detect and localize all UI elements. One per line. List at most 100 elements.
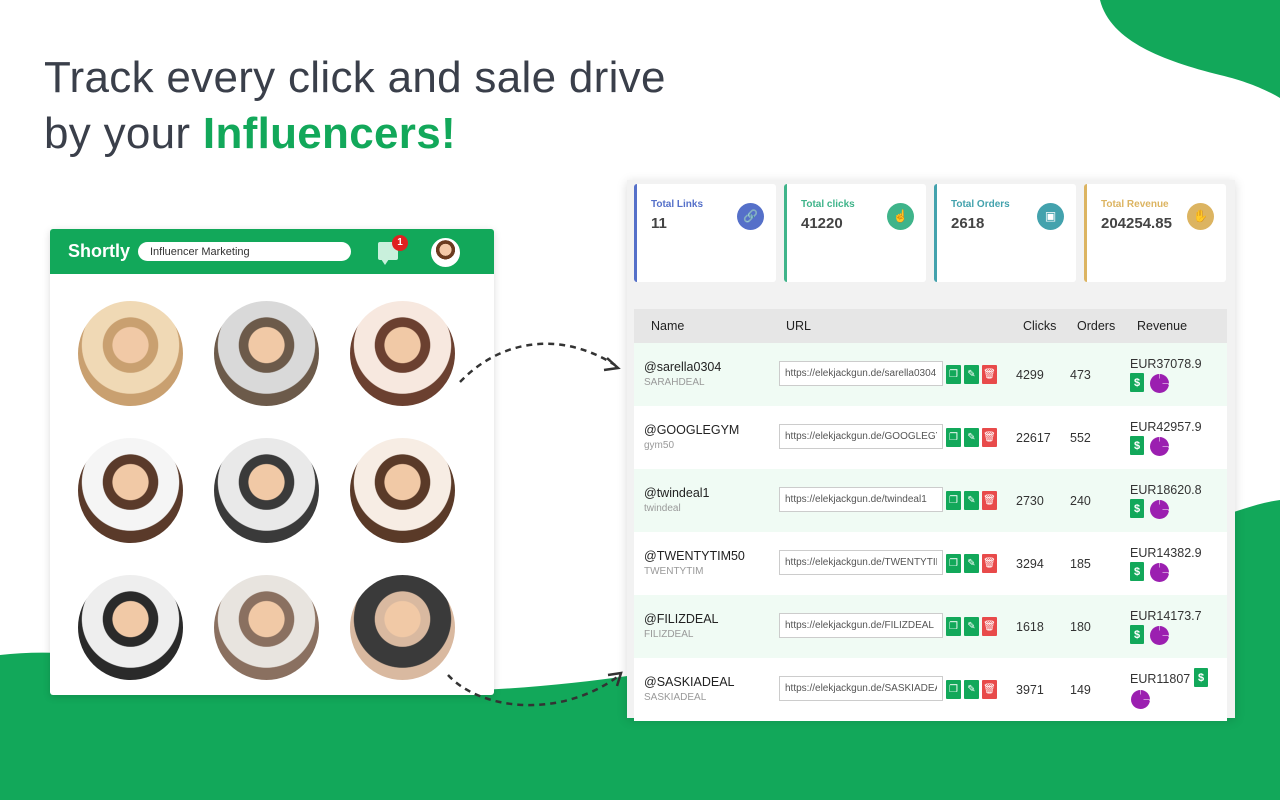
edit-icon[interactable]: ✎	[964, 680, 979, 699]
headline: Track every click and sale drive by your…	[44, 50, 666, 162]
stat-title: Total Orders	[951, 199, 1010, 210]
pie-chart-icon[interactable]	[1150, 437, 1169, 456]
header-revenue: Revenue	[1137, 319, 1188, 333]
revenue-value: EUR14173.7	[1130, 609, 1202, 623]
revenue-value: EUR14382.9	[1130, 546, 1202, 560]
brand-logo: Shortly	[68, 241, 131, 261]
table-header: Name URL Clicks Orders Revenue	[634, 309, 1227, 343]
edit-icon[interactable]: ✎	[964, 617, 979, 636]
revenue-value: EUR42957.9	[1130, 420, 1202, 434]
coupon-code: SASKIADEAL	[644, 692, 707, 703]
influencer-photo[interactable]	[78, 301, 183, 406]
delete-icon[interactable]: 🗑	[982, 365, 997, 384]
table-row: @twindeal1 twindeal ❐ ✎ 🗑 2730 240 EUR18…	[634, 469, 1227, 532]
edit-icon[interactable]: ✎	[964, 554, 979, 573]
invoice-icon[interactable]: $	[1130, 373, 1144, 392]
table-row: @TWENTYTIM50 TWENTYTIM ❐ ✎ 🗑 3294 185 EU…	[634, 532, 1227, 595]
url-field[interactable]	[779, 361, 943, 386]
edit-icon[interactable]: ✎	[964, 428, 979, 447]
delete-icon[interactable]: 🗑	[982, 617, 997, 636]
table-row: @SASKIADEAL SASKIADEAL ❐ ✎ 🗑 3971 149 EU…	[634, 658, 1227, 721]
links-table: Name URL Clicks Orders Revenue @sarella0…	[634, 309, 1227, 721]
stat-card: Total Links 11 🔗	[634, 184, 776, 282]
stat-value: 204254.85	[1101, 215, 1172, 232]
edit-icon[interactable]: ✎	[964, 365, 979, 384]
headline-highlight: Influencers!	[202, 109, 456, 158]
dashboard-panel: Total Links 11 🔗 Total clicks 41220 ☝ Total Or…	[627, 180, 1235, 721]
delete-icon[interactable]: 🗑	[982, 554, 997, 573]
copy-icon[interactable]: ❐	[946, 428, 961, 447]
clicks-value: 2730	[1016, 494, 1044, 508]
influencer-photo[interactable]	[78, 575, 183, 680]
influencer-photo[interactable]	[214, 301, 319, 406]
orders-value: 240	[1070, 494, 1091, 508]
coupon-code: twindeal	[644, 503, 681, 514]
clicks-value: 1618	[1016, 620, 1044, 634]
url-field[interactable]	[779, 550, 943, 575]
table-row: @FILIZDEAL FILIZDEAL ❐ ✎ 🗑 1618 180 EUR1…	[634, 595, 1227, 658]
header-orders: Orders	[1077, 319, 1116, 333]
clicks-value: 22617	[1016, 431, 1051, 445]
copy-icon[interactable]: ❐	[946, 554, 961, 573]
influencer-handle: @GOOGLEGYM	[644, 423, 740, 437]
pie-chart-icon[interactable]	[1150, 563, 1169, 582]
search-input[interactable]	[138, 242, 351, 261]
influencer-handle: @TWENTYTIM50	[644, 549, 745, 563]
url-field[interactable]	[779, 487, 943, 512]
delete-icon[interactable]: 🗑	[982, 680, 997, 699]
orders-value: 185	[1070, 557, 1091, 571]
coupon-code: FILIZDEAL	[644, 629, 694, 640]
copy-icon[interactable]: ❐	[946, 617, 961, 636]
pie-chart-icon[interactable]	[1150, 500, 1169, 519]
influencer-photo[interactable]	[350, 575, 455, 680]
revenue-value: EUR37078.9	[1130, 357, 1202, 371]
influencer-handle: @twindeal1	[644, 486, 710, 500]
invoice-icon[interactable]: $	[1130, 499, 1144, 518]
orders-value: 473	[1070, 368, 1091, 382]
url-field[interactable]	[779, 676, 943, 701]
url-field[interactable]	[779, 424, 943, 449]
table-row: @GOOGLEGYM gym50 ❐ ✎ 🗑 22617 552 EUR4295…	[634, 406, 1227, 469]
stat-title: Total Links	[651, 199, 704, 210]
stat-title: Total Revenue	[1101, 199, 1169, 210]
app-window: Shortly 1	[50, 229, 494, 695]
headline-line2: by your	[44, 109, 203, 158]
pie-chart-icon[interactable]	[1131, 690, 1150, 709]
delete-icon[interactable]: 🗑	[982, 428, 997, 447]
clicks-value: 3971	[1016, 683, 1044, 697]
link-icon: 🔗	[737, 203, 764, 230]
influencer-photo[interactable]	[78, 438, 183, 543]
copy-icon[interactable]: ❐	[946, 680, 961, 699]
invoice-icon[interactable]: $	[1130, 436, 1144, 455]
copy-icon[interactable]: ❐	[946, 365, 961, 384]
url-field[interactable]	[779, 613, 943, 638]
money-hand-icon: ✋	[1187, 203, 1214, 230]
influencer-grid	[78, 301, 455, 680]
invoice-icon[interactable]: $	[1130, 625, 1144, 644]
coupon-code: TWENTYTIM	[644, 566, 704, 577]
influencer-photo[interactable]	[214, 575, 319, 680]
header-clicks: Clicks	[1023, 319, 1057, 333]
pie-chart-icon[interactable]	[1150, 374, 1169, 393]
stat-value: 11	[651, 215, 667, 232]
influencer-photo[interactable]	[350, 301, 455, 406]
copy-icon[interactable]: ❐	[946, 491, 961, 510]
orders-value: 552	[1070, 431, 1091, 445]
revenue-value: EUR18620.8	[1130, 483, 1202, 497]
pie-chart-icon[interactable]	[1150, 626, 1169, 645]
influencer-photo[interactable]	[214, 438, 319, 543]
orders-value: 180	[1070, 620, 1091, 634]
clicks-value: 3294	[1016, 557, 1044, 571]
notification-badge: 1	[392, 235, 408, 251]
clicks-value: 4299	[1016, 368, 1044, 382]
influencer-handle: @FILIZDEAL	[644, 612, 719, 626]
influencer-photo[interactable]	[350, 438, 455, 543]
user-avatar[interactable]	[431, 238, 460, 267]
invoice-icon[interactable]: $	[1130, 562, 1144, 581]
edit-icon[interactable]: ✎	[964, 491, 979, 510]
app-header: Shortly 1	[50, 229, 494, 274]
delete-icon[interactable]: 🗑	[982, 491, 997, 510]
header-name: Name	[651, 319, 685, 333]
header-url: URL	[786, 319, 812, 333]
invoice-icon[interactable]: $	[1194, 668, 1208, 687]
